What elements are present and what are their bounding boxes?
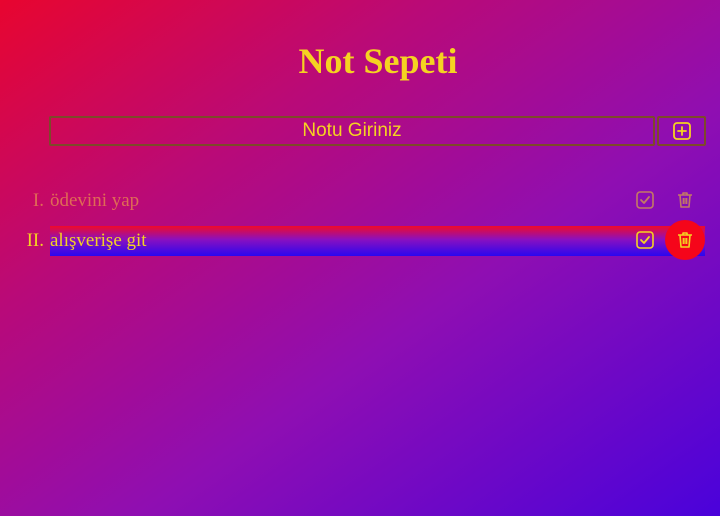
- page-title: Not Sepeti: [298, 41, 458, 81]
- trash-icon: [678, 192, 692, 208]
- todo-number: I.: [32, 190, 44, 211]
- check-square-icon: [636, 231, 654, 249]
- check-square-icon: [636, 191, 654, 209]
- delete-button[interactable]: [665, 180, 705, 220]
- add-note-button[interactable]: [657, 116, 706, 146]
- complete-button[interactable]: [625, 180, 665, 220]
- note-input[interactable]: [49, 116, 655, 146]
- todo-item: I. ödevini yap: [0, 180, 720, 220]
- plus-square-icon: [672, 122, 691, 140]
- delete-button[interactable]: [665, 220, 705, 260]
- complete-button[interactable]: [625, 220, 665, 260]
- todo-item: II. alışverişe git: [0, 220, 720, 260]
- todo-number: II.: [26, 230, 44, 251]
- todo-text: ödevini yap: [50, 190, 140, 211]
- trash-icon: [678, 232, 692, 248]
- todo-text: alışverişe git: [50, 230, 147, 251]
